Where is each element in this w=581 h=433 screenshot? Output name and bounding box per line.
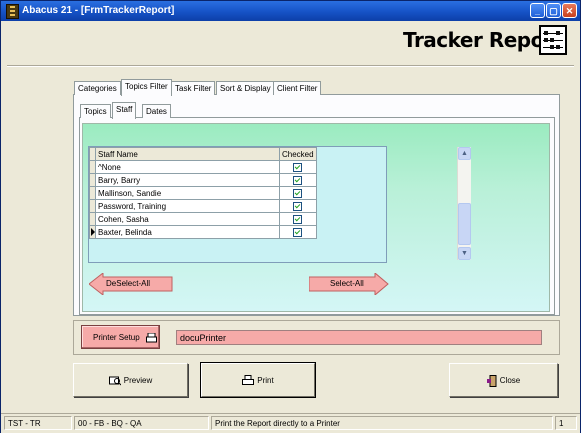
checked-cell[interactable] <box>279 199 317 213</box>
select-all-label: Select-All <box>330 279 364 288</box>
staff-name-cell[interactable]: Baxter, Belinda <box>95 225 280 239</box>
sub-tabs: Topics Staff Dates <box>80 102 180 119</box>
chevron-down-icon: ▼ <box>461 250 468 257</box>
tab-sort-display[interactable]: Sort & Display <box>216 81 275 95</box>
checkbox[interactable] <box>293 162 303 172</box>
tab-client-filter[interactable]: Client Filter <box>273 81 322 95</box>
printer-name-field[interactable]: docuPrinter <box>176 330 542 345</box>
tab-topics[interactable]: Topics <box>80 104 111 118</box>
exit-door-icon <box>486 374 497 387</box>
grid-header-row: Staff Name Checked <box>89 147 317 161</box>
printer-setup-button[interactable]: Printer Setup <box>81 325 160 349</box>
table-row[interactable]: Cohen, Sasha <box>89 212 317 226</box>
table-row[interactable]: ^None <box>89 160 317 174</box>
grid-scrollbar[interactable]: ▲ ▼ <box>457 147 471 260</box>
status-pane-count: 1 <box>555 416 577 430</box>
staff-name-cell[interactable]: Password, Training <box>95 199 280 213</box>
staff-name-cell[interactable]: Barry, Barry <box>95 173 280 187</box>
scroll-thumb[interactable] <box>458 203 471 245</box>
checkbox[interactable] <box>293 214 303 224</box>
checked-cell[interactable] <box>279 173 317 187</box>
tab-topics-filter[interactable]: Topics Filter <box>121 79 172 96</box>
staff-grid[interactable]: Staff Name Checked ^None Barry, Barry Ma… <box>88 146 471 263</box>
status-pane-user: TST - TR <box>4 416 72 430</box>
maximize-button[interactable]: ▢ <box>546 3 561 18</box>
minimize-button[interactable]: _ <box>530 3 545 18</box>
table-row[interactable]: Baxter, Belinda <box>89 225 317 239</box>
checkbox[interactable] <box>293 201 303 211</box>
abacus-icon <box>539 25 567 55</box>
maximize-icon: ▢ <box>549 6 558 16</box>
staff-name-cell[interactable]: ^None <box>95 160 280 174</box>
tab-categories[interactable]: Categories <box>74 81 121 95</box>
printer-icon <box>242 375 255 386</box>
header-divider <box>7 65 574 67</box>
tab-staff[interactable]: Staff <box>112 102 137 119</box>
status-pane-message: Print the Report directly to a Printer <box>211 416 553 430</box>
deselect-all-button[interactable]: DeSelect-All <box>89 273 173 295</box>
row-selector[interactable] <box>89 173 96 187</box>
title-bar[interactable]: Abacus 21 - [FrmTrackerReport] _ ▢ ✕ <box>1 1 580 21</box>
tab-dates[interactable]: Dates <box>142 104 171 118</box>
checkbox[interactable] <box>293 175 303 185</box>
app-icon[interactable] <box>6 4 19 19</box>
row-selector-header <box>89 147 96 161</box>
print-label: Print <box>257 376 274 385</box>
chevron-up-icon: ▲ <box>461 150 468 157</box>
table-row[interactable]: Barry, Barry <box>89 173 317 187</box>
row-selector[interactable] <box>89 186 96 200</box>
printer-setup-label: Printer Setup <box>93 333 140 342</box>
checked-cell[interactable] <box>279 186 317 200</box>
checkbox[interactable] <box>293 188 303 198</box>
status-bar: TST - TR 00 - FB - BQ - QA Print the Rep… <box>1 413 580 433</box>
row-selector-current[interactable] <box>89 225 96 239</box>
checkbox[interactable] <box>293 227 303 237</box>
select-all-button[interactable]: Select-All <box>309 273 389 295</box>
scroll-up-button[interactable]: ▲ <box>458 147 471 160</box>
row-selector[interactable] <box>89 212 96 226</box>
checked-cell[interactable] <box>279 212 317 226</box>
print-button[interactable]: Print <box>200 362 316 398</box>
staff-name-cell[interactable]: Mallinson, Sandie <box>95 186 280 200</box>
deselect-all-label: DeSelect-All <box>106 279 151 288</box>
tab-task-filter[interactable]: Task Filter <box>171 81 216 95</box>
column-header-checked[interactable]: Checked <box>279 147 317 161</box>
preview-label: Preview <box>123 376 153 385</box>
table-row[interactable]: Password, Training <box>89 199 317 213</box>
status-pane-codes: 00 - FB - BQ - QA <box>74 416 209 430</box>
minimize-icon: _ <box>534 6 540 16</box>
table-row[interactable]: Mallinson, Sandie <box>89 186 317 200</box>
row-selector[interactable] <box>89 199 96 213</box>
app-window: Abacus 21 - [FrmTrackerReport] _ ▢ ✕ Tra… <box>0 0 581 433</box>
checked-cell[interactable] <box>279 225 317 239</box>
column-header-staff-name[interactable]: Staff Name <box>95 147 280 161</box>
close-icon: ✕ <box>565 6 574 16</box>
staff-name-cell[interactable]: Cohen, Sasha <box>95 212 280 226</box>
scroll-down-button[interactable]: ▼ <box>458 247 471 260</box>
checked-cell[interactable] <box>279 160 317 174</box>
close-window-button[interactable]: ✕ <box>562 3 577 18</box>
row-selector[interactable] <box>89 160 96 174</box>
printer-icon <box>145 332 157 343</box>
window-title: Abacus 21 - [FrmTrackerReport] <box>22 5 175 16</box>
close-label: Close <box>499 376 521 385</box>
main-tabs: Categories Topics Filter Task Filter Sor… <box>74 79 334 96</box>
close-button[interactable]: Close <box>449 363 558 397</box>
current-row-icon <box>91 228 95 236</box>
preview-button[interactable]: Preview <box>73 363 188 397</box>
preview-icon <box>108 376 121 386</box>
